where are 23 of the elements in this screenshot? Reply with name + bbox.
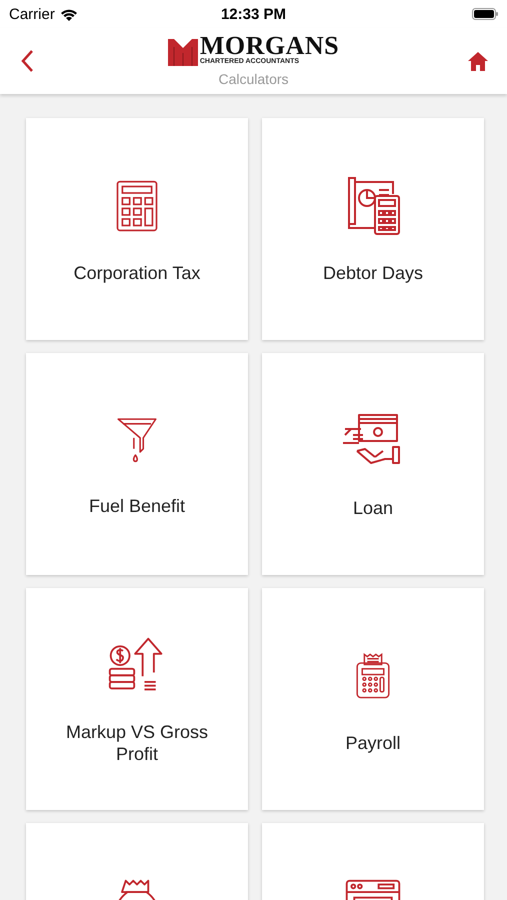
home-button[interactable] <box>467 51 489 71</box>
back-icon <box>20 49 34 73</box>
calculator-card[interactable]: Fuel Benefit <box>26 353 248 575</box>
calculator-card[interactable]: Corporation Tax <box>26 118 248 340</box>
calculator-card[interactable]: Markup VS Gross Profit <box>26 588 248 810</box>
calculator-label: Corporation Tax <box>74 262 200 284</box>
clock-time: 12:33 PM <box>220 6 286 22</box>
calculator-label: Fuel Benefit <box>88 495 186 517</box>
calculator-card[interactable]: Payroll <box>262 588 484 810</box>
calculator-label: Loan <box>352 497 394 519</box>
calculator-card[interactable]: Loan <box>262 353 484 575</box>
carrier-name: Carrier <box>9 6 55 22</box>
back-button[interactable] <box>20 49 34 73</box>
calculator-label: Payroll <box>345 732 401 754</box>
home-icon <box>467 51 489 71</box>
wifi-icon <box>60 8 78 20</box>
calculator-label: Markup VS Gross Profit <box>64 721 210 765</box>
logo-name: MORGANS <box>200 35 340 57</box>
battery-icon <box>472 8 498 20</box>
page-title: Calculators <box>218 71 289 87</box>
calculator-label: Debtor Days <box>322 262 424 284</box>
logo-icon <box>168 39 198 66</box>
calculator-card[interactable]: Debtor Days <box>262 118 484 340</box>
